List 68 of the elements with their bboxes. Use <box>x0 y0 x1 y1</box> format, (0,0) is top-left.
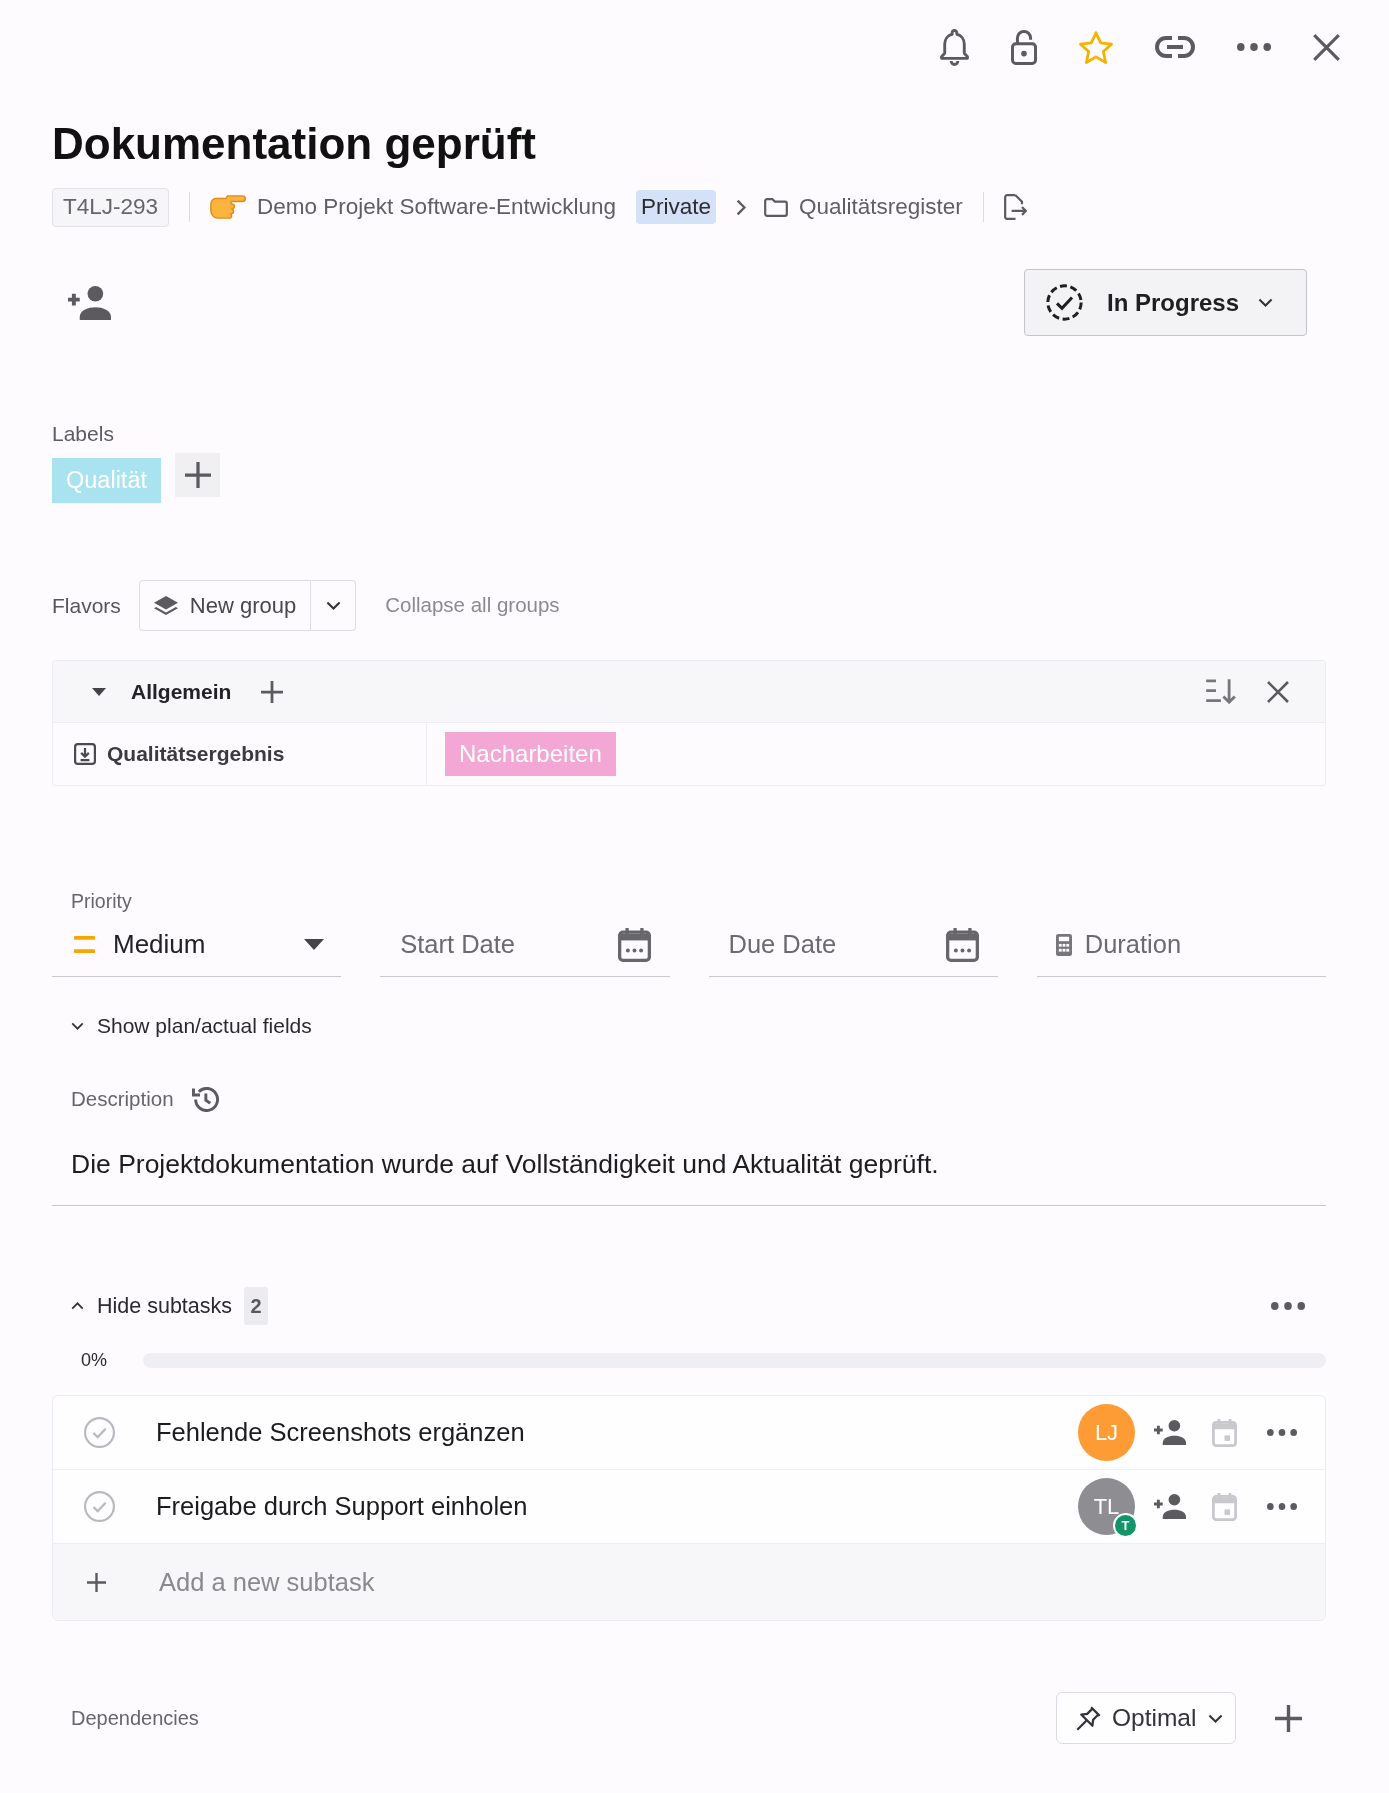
dependencies-label: Dependencies <box>71 1706 199 1731</box>
duration-input[interactable]: Duration <box>1084 925 1307 964</box>
more-icon[interactable] <box>1237 43 1271 51</box>
task-title: Dokumentation geprüft <box>52 118 536 170</box>
add-subtask-field[interactable]: Add a new subtask <box>53 1544 1325 1620</box>
pointing-hand-icon <box>210 195 247 219</box>
star-icon[interactable] <box>1079 30 1113 64</box>
chevron-right-icon <box>736 198 746 216</box>
new-group-button[interactable]: New group <box>138 580 312 631</box>
close-icon[interactable] <box>1313 33 1340 61</box>
due-date-input[interactable]: Due Date <box>728 925 946 964</box>
description-label: Description <box>71 1085 174 1112</box>
subtasks-toggle[interactable]: Hide subtasks <box>52 1293 233 1319</box>
padlock-icon[interactable] <box>1011 29 1037 65</box>
subtask-count-badge: 2 <box>244 1287 269 1325</box>
caret-icon <box>304 939 325 950</box>
calendar-icon[interactable] <box>945 927 979 962</box>
add-label-button[interactable] <box>175 453 220 497</box>
chevron-down-icon <box>325 601 341 610</box>
add-person-icon[interactable] <box>68 285 111 320</box>
field-name: Qualitätsergebnis <box>107 741 285 768</box>
project-link[interactable]: Demo Projekt Software-Entwicklung <box>210 190 616 224</box>
start-date-input[interactable]: Start Date <box>400 925 618 964</box>
priority-label: Priority <box>71 889 132 913</box>
avatar-badge: T <box>1113 1513 1138 1538</box>
subtask-title: Freigabe durch Support einholen <box>156 1491 528 1523</box>
history-icon[interactable] <box>191 1086 219 1112</box>
download-box-icon <box>74 743 96 765</box>
labels-heading: Labels <box>52 422 114 446</box>
plus-icon <box>184 462 211 488</box>
plan-fields-toggle[interactable]: Show plan/actual fields <box>52 1013 312 1039</box>
priority-select[interactable]: Priority Medium <box>52 889 342 977</box>
plus-icon[interactable] <box>87 1572 106 1592</box>
folder-link[interactable]: Qualitätsregister <box>764 190 963 224</box>
priority-equals-icon <box>74 936 95 953</box>
folder-icon <box>764 197 788 217</box>
group-name: Allgemein <box>131 678 232 705</box>
close-icon[interactable] <box>1267 680 1289 703</box>
plus-icon[interactable] <box>1275 1704 1302 1732</box>
check-circle-icon[interactable] <box>84 1417 115 1448</box>
more-icon[interactable] <box>1267 1429 1297 1436</box>
add-subtask-input[interactable]: Add a new subtask <box>159 1562 1325 1602</box>
chevron-down-icon <box>1208 1713 1224 1723</box>
pushpin-icon <box>1076 1705 1101 1731</box>
more-icon[interactable] <box>1267 1503 1297 1510</box>
layers-icon <box>153 596 178 615</box>
progress-percent: 0% <box>81 1348 107 1372</box>
calendar-icon[interactable] <box>617 927 651 962</box>
export-icon[interactable] <box>1003 194 1027 220</box>
dashed-check-circle-icon <box>1046 284 1083 321</box>
sort-icon[interactable] <box>1206 679 1236 704</box>
check-circle-icon[interactable] <box>84 1491 115 1522</box>
task-id: T4LJ-293 <box>52 187 170 227</box>
add-person-icon[interactable] <box>1154 1494 1186 1519</box>
status-dropdown[interactable]: In Progress <box>1024 269 1307 336</box>
dependency-mode-dropdown[interactable]: Optimal <box>1056 1692 1236 1744</box>
chevron-down-icon <box>1258 298 1274 307</box>
visibility-badge: Private <box>635 190 716 224</box>
expand-caret-icon[interactable] <box>92 687 106 696</box>
description-field[interactable]: Die Projektdokumentation wurde auf Vollständigkeit und Aktualität geprüft. <box>52 1147 1326 1206</box>
notification-bell-icon[interactable] <box>940 28 969 66</box>
link-icon[interactable] <box>1155 36 1195 58</box>
add-person-icon[interactable] <box>1154 1420 1186 1445</box>
calculator-icon <box>1055 933 1072 956</box>
flavors-heading: Flavors <box>52 592 121 619</box>
subtask-title: Fehlende Screenshots ergänzen <box>156 1417 525 1449</box>
more-icon[interactable] <box>1271 1302 1305 1310</box>
add-field-icon[interactable] <box>261 680 284 703</box>
